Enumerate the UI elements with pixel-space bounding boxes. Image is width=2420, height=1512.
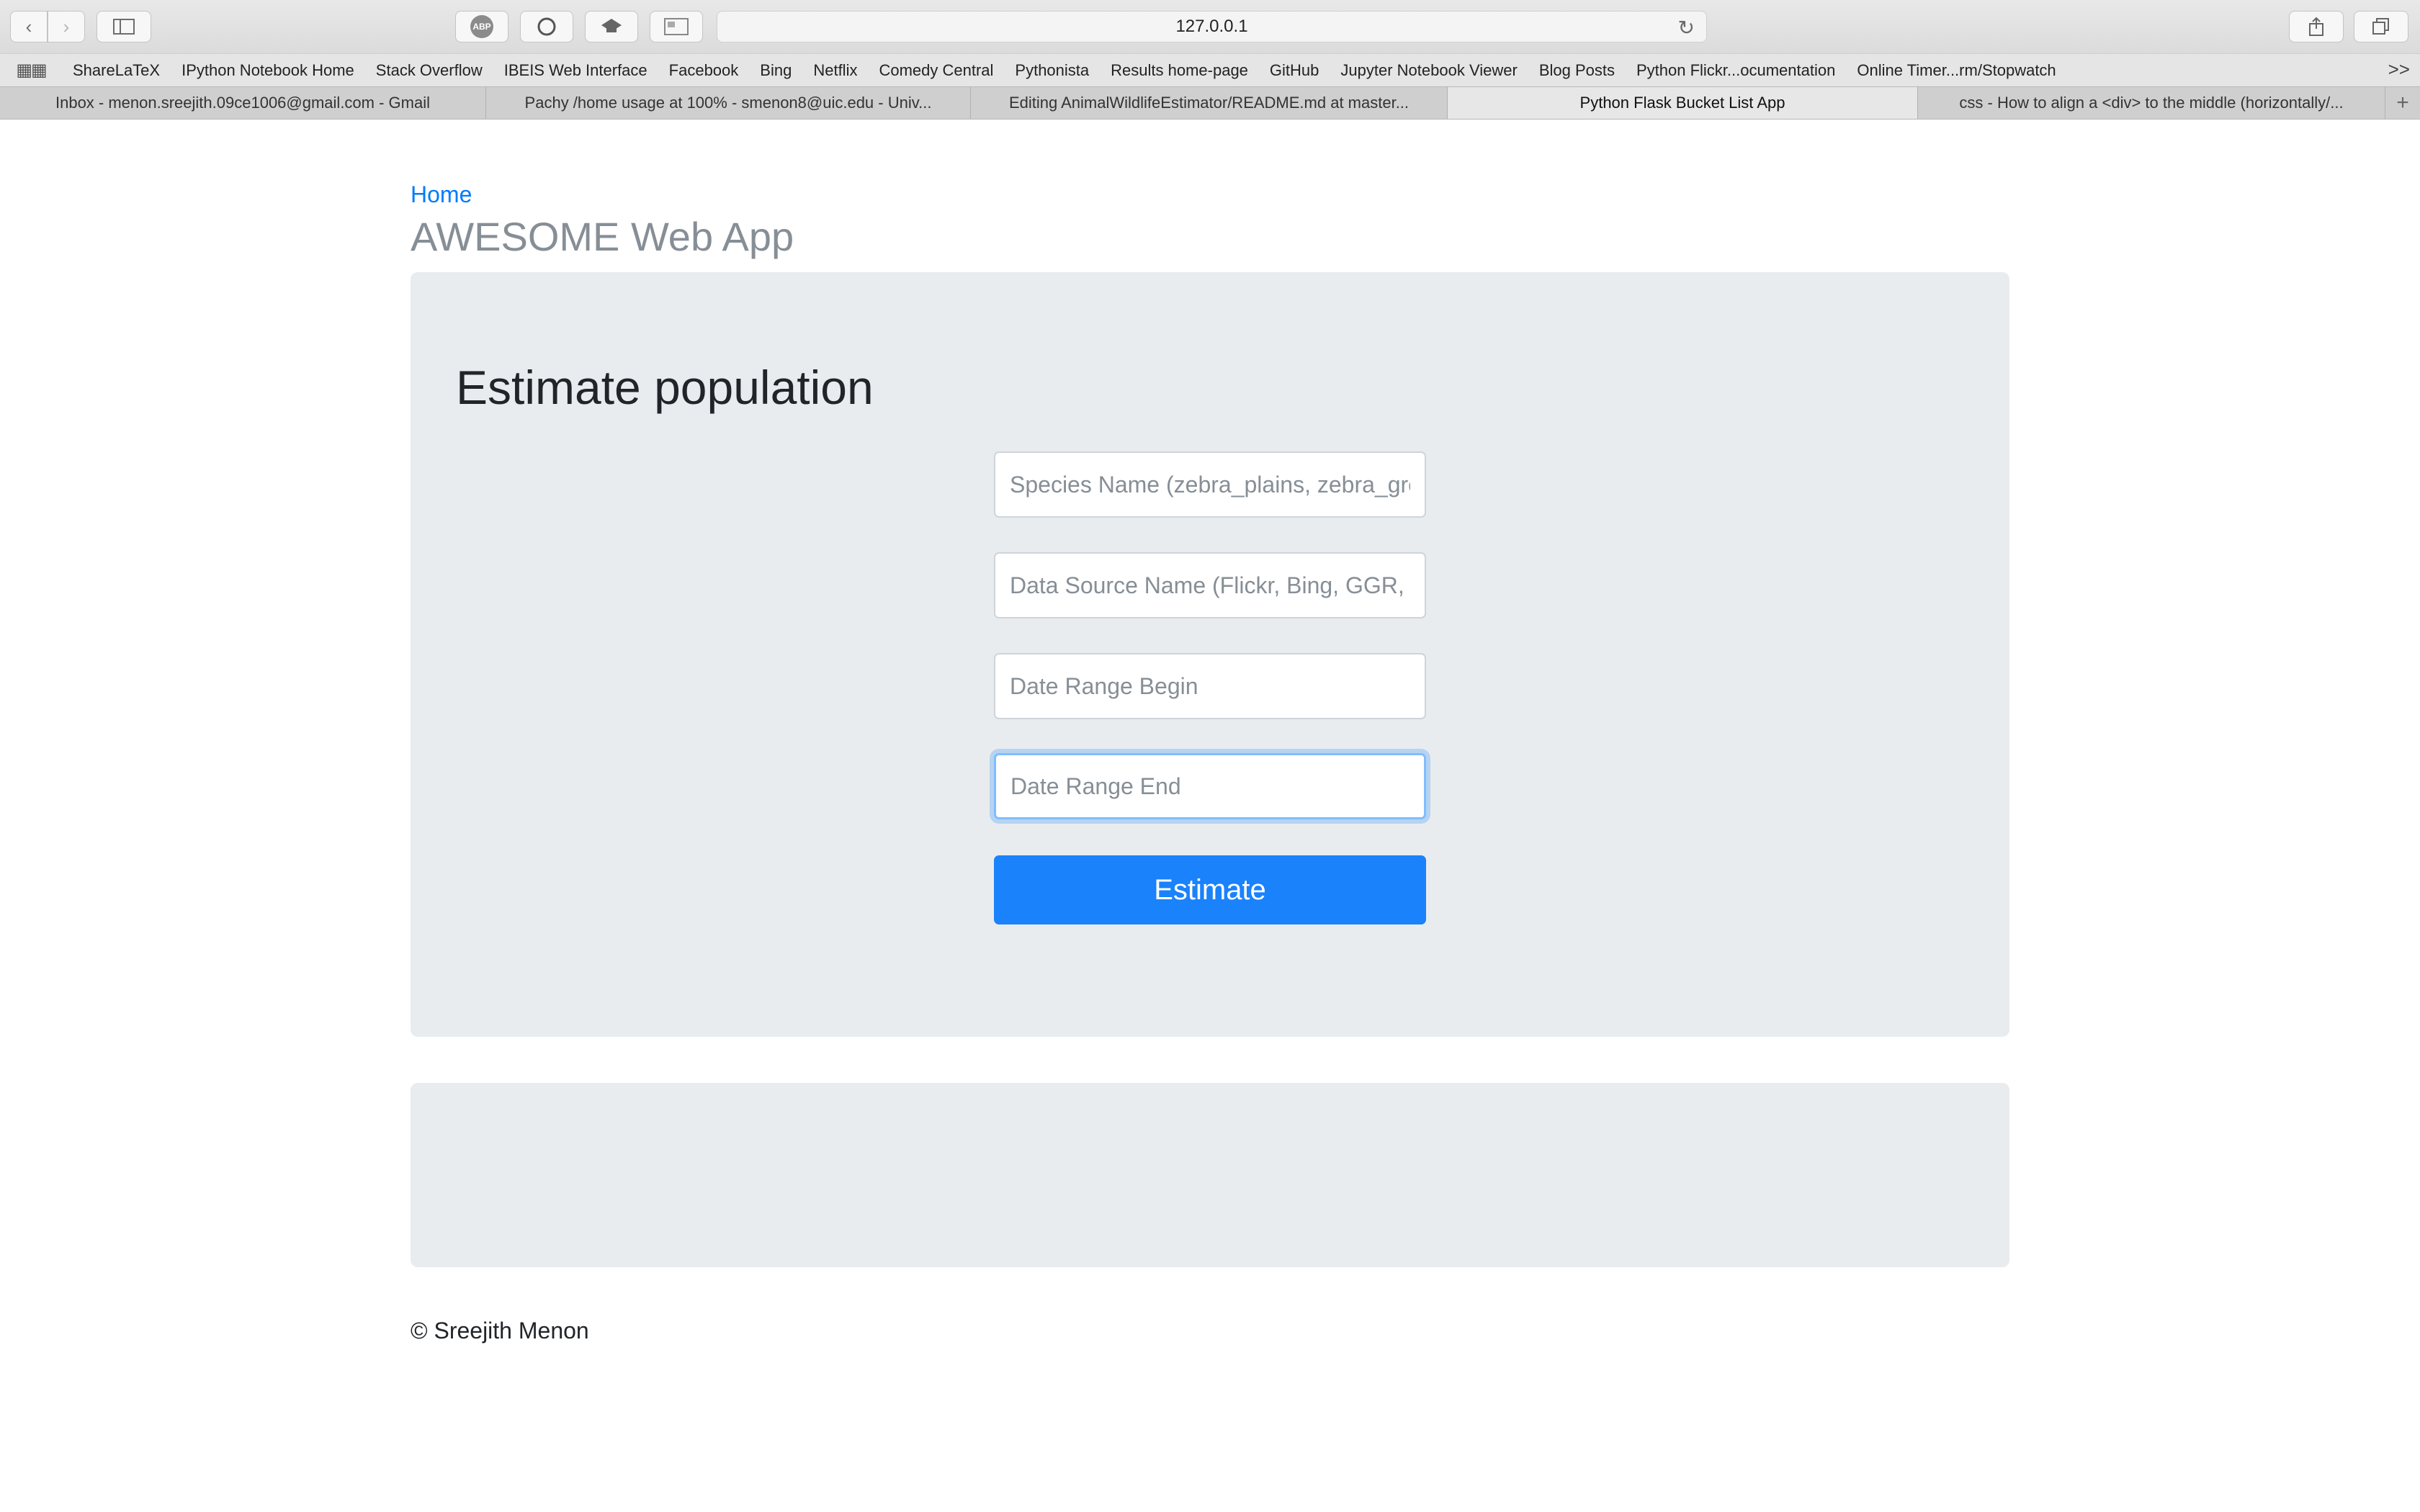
bookmark-item[interactable]: IPython Notebook Home (171, 61, 365, 80)
bookmark-item[interactable]: Online Timer...rm/Stopwatch (1846, 61, 2066, 80)
browser-tab[interactable]: Inbox - menon.sreejith.09ce1006@gmail.co… (0, 87, 486, 119)
bookmark-item[interactable]: GitHub (1259, 61, 1330, 80)
circle-extension-button[interactable] (520, 11, 573, 42)
bookmark-item[interactable]: Python Flickr...ocumentation (1626, 61, 1846, 80)
bookmark-item[interactable]: Results home-page (1100, 61, 1259, 80)
address-bar[interactable]: 127.0.0.1 ↻ (717, 11, 1707, 42)
site-title: AWESOME Web App (411, 214, 794, 259)
sidebar-button[interactable] (97, 11, 151, 42)
browser-tab[interactable]: css - How to align a <div> to the middle… (1918, 87, 2385, 119)
estimate-panel: Estimate population Estimate (411, 272, 2009, 1037)
footer-copyright: © Sreejith Menon (411, 1318, 589, 1344)
screen-extension-icon (664, 18, 689, 35)
screen-extension-button[interactable] (650, 11, 703, 42)
back-button[interactable]: ‹ (10, 11, 48, 42)
date-range-end-input[interactable] (994, 753, 1426, 819)
bookmark-item[interactable]: Comedy Central (868, 61, 1004, 80)
browser-tab[interactable]: Pachy /home usage at 100% - smenon8@uic.… (486, 87, 971, 119)
sidebar-icon (113, 19, 135, 35)
cap-extension-icon (601, 19, 622, 32)
bookmark-item[interactable]: Stack Overflow (365, 61, 493, 80)
date-range-begin-input[interactable] (994, 653, 1426, 719)
bookmarks-bar: ▦▦ ShareLaTeX IPython Notebook Home Stac… (0, 53, 2420, 86)
browser-tab-active[interactable]: Python Flask Bucket List App (1448, 87, 1918, 119)
bookmark-item[interactable]: ShareLaTeX (62, 61, 171, 80)
reload-icon[interactable]: ↻ (1678, 16, 1695, 40)
bookmark-item[interactable]: Pythonista (1004, 61, 1100, 80)
bookmark-item[interactable]: Blog Posts (1528, 61, 1626, 80)
browser-toolbar: ‹ › ABP 127.0.0.1 ↻ (0, 0, 2420, 53)
data-source-input[interactable] (994, 552, 1426, 618)
adblock-icon: ABP (470, 15, 493, 38)
share-button[interactable] (2289, 11, 2344, 42)
species-name-input[interactable] (994, 451, 1426, 518)
tab-bar: Inbox - menon.sreejith.09ce1006@gmail.co… (0, 86, 2420, 120)
results-panel (411, 1083, 2009, 1267)
back-icon: ‹ (25, 15, 32, 37)
url-text: 127.0.0.1 (1175, 17, 1248, 36)
bookmark-item[interactable]: Jupyter Notebook Viewer (1330, 61, 1528, 80)
adblock-button[interactable]: ABP (455, 11, 508, 42)
bookmarks-overflow-icon[interactable]: >> (2388, 58, 2410, 81)
forward-button[interactable]: › (48, 11, 85, 42)
bookmark-item[interactable]: Facebook (658, 61, 750, 80)
forward-icon: › (63, 15, 70, 37)
form-heading: Estimate population (456, 361, 874, 414)
home-link[interactable]: Home (411, 181, 472, 208)
bookmark-item[interactable]: Bing (749, 61, 802, 80)
tabs-overview-icon (2372, 18, 2389, 35)
estimate-button[interactable]: Estimate (994, 855, 1426, 924)
cap-extension-button[interactable] (585, 11, 638, 42)
share-icon (2309, 17, 2323, 36)
circle-extension-icon (537, 17, 556, 36)
new-tab-button[interactable]: + (2385, 87, 2420, 119)
grid-icon[interactable]: ▦▦ (0, 60, 62, 81)
bookmark-item[interactable]: IBEIS Web Interface (493, 61, 658, 80)
bookmark-item[interactable]: Netflix (802, 61, 868, 80)
browser-tab[interactable]: Editing AnimalWildlifeEstimator/README.m… (971, 87, 1448, 119)
tabs-overview-button[interactable] (2354, 11, 2408, 42)
